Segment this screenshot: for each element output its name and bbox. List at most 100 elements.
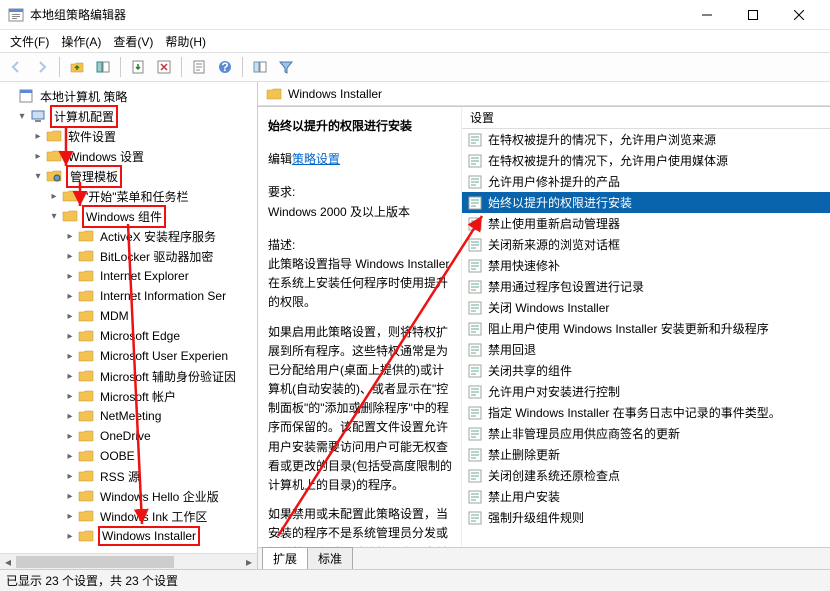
settings-row[interactable]: 在特权被提升的情况下，允许用户使用媒体源 — [462, 150, 830, 171]
tree-start-menu[interactable]: ▸ "开始"菜单和任务栏 — [0, 186, 257, 206]
tree-item[interactable]: ▸ Windows Installer — [0, 526, 257, 546]
tab-extended[interactable]: 扩展 — [262, 547, 308, 569]
tree-item[interactable]: ▸ Windows Ink 工作区 — [0, 506, 257, 526]
settings-row[interactable]: 始终以提升的权限进行安装 — [462, 192, 830, 213]
caret-right-icon[interactable]: ▸ — [64, 291, 76, 302]
tree-item-label: OneDrive — [98, 428, 153, 444]
minimize-button[interactable] — [684, 0, 730, 30]
tree-item-label: OOBE — [98, 448, 137, 464]
tree-item[interactable]: ▸ Microsoft 帐户 — [0, 386, 257, 406]
tree-item[interactable]: ▸ RSS 源 — [0, 466, 257, 486]
tree-item-label: Windows Hello 企业版 — [98, 487, 221, 506]
tree-item-label: NetMeeting — [98, 408, 163, 424]
settings-row[interactable]: 强制升级组件规则 — [462, 507, 830, 528]
caret-right-icon[interactable]: ▸ — [64, 411, 76, 422]
tree-software-settings[interactable]: ▸ 软件设置 — [0, 126, 257, 146]
settings-row[interactable]: 允许用户对安装进行控制 — [462, 381, 830, 402]
filter-options-button[interactable] — [248, 55, 272, 79]
properties-button[interactable] — [187, 55, 211, 79]
up-button[interactable] — [65, 55, 89, 79]
menu-view[interactable]: 查看(V) — [107, 31, 159, 52]
setting-icon — [468, 238, 482, 252]
tree-scroll[interactable]: 本地计算机 策略 ▾ 计算机配置 ▸ 软件设置 ▸ Windows 设置 ▾ 管… — [0, 82, 257, 553]
setting-icon — [468, 511, 482, 525]
tree-item[interactable]: ▸ Internet Explorer — [0, 266, 257, 286]
settings-row[interactable]: 阻止用户使用 Windows Installer 安装更新和升级程序 — [462, 318, 830, 339]
filter-button[interactable] — [274, 55, 298, 79]
maximize-button[interactable] — [730, 0, 776, 30]
tab-standard[interactable]: 标准 — [307, 547, 353, 569]
tree-item[interactable]: ▸ OneDrive — [0, 426, 257, 446]
settings-row[interactable]: 在特权被提升的情况下，允许用户浏览来源 — [462, 129, 830, 150]
caret-right-icon[interactable]: ▸ — [64, 371, 76, 382]
tree-item[interactable]: ▸ Microsoft Edge — [0, 326, 257, 346]
caret-right-icon[interactable]: ▸ — [64, 351, 76, 362]
settings-row[interactable]: 关闭共享的组件 — [462, 360, 830, 381]
caret-right-icon[interactable]: ▸ — [32, 131, 44, 142]
settings-row[interactable]: 关闭创建系统还原检查点 — [462, 465, 830, 486]
settings-row-label: 禁止删除更新 — [488, 446, 560, 463]
settings-row[interactable]: 禁用快速修补 — [462, 255, 830, 276]
refresh-button[interactable] — [152, 55, 176, 79]
settings-column-header[interactable]: 设置 — [462, 107, 830, 129]
settings-row[interactable]: 禁止删除更新 — [462, 444, 830, 465]
menu-help[interactable]: 帮助(H) — [159, 31, 212, 52]
caret-right-icon[interactable]: ▸ — [64, 271, 76, 282]
settings-row[interactable]: 禁用回退 — [462, 339, 830, 360]
caret-right-icon[interactable]: ▸ — [64, 231, 76, 242]
caret-right-icon[interactable]: ▸ — [64, 331, 76, 342]
tree-item[interactable]: ▸ ActiveX 安装程序服务 — [0, 226, 257, 246]
tree-windows-settings[interactable]: ▸ Windows 设置 — [0, 146, 257, 166]
right-pane: Windows Installer 始终以提升的权限进行安装 编辑策略设置 要求… — [258, 82, 830, 569]
settings-list[interactable]: 在特权被提升的情况下，允许用户浏览来源 在特权被提升的情况下，允许用户使用媒体源… — [462, 129, 830, 547]
close-button[interactable] — [776, 0, 822, 30]
settings-row[interactable]: 禁止使用重新启动管理器 — [462, 213, 830, 234]
edit-policy-link[interactable]: 策略设置 — [292, 152, 340, 166]
settings-row[interactable]: 关闭 Windows Installer — [462, 297, 830, 318]
caret-down-icon[interactable]: ▾ — [16, 111, 28, 122]
caret-right-icon[interactable]: ▸ — [64, 431, 76, 442]
caret-right-icon[interactable]: ▸ — [64, 511, 76, 522]
menu-action[interactable]: 操作(A) — [55, 31, 107, 52]
settings-row[interactable]: 禁止用户安装 — [462, 486, 830, 507]
caret-right-icon[interactable]: ▸ — [64, 251, 76, 262]
settings-row[interactable]: 关闭新来源的浏览对话框 — [462, 234, 830, 255]
tree-item[interactable]: ▸ NetMeeting — [0, 406, 257, 426]
caret-right-icon[interactable]: ▸ — [64, 471, 76, 482]
folder-icon — [78, 488, 94, 504]
tree-item-label: Internet Information Ser — [98, 288, 228, 304]
tree-root[interactable]: 本地计算机 策略 — [0, 86, 257, 106]
tree-item[interactable]: ▸ Internet Information Ser — [0, 286, 257, 306]
tree-item[interactable]: ▸ MDM — [0, 306, 257, 326]
caret-right-icon[interactable]: ▸ — [48, 191, 60, 202]
caret-right-icon[interactable]: ▸ — [32, 151, 44, 162]
caret-right-icon[interactable]: ▸ — [64, 391, 76, 402]
tree-item[interactable]: ▸ Microsoft 辅助身份验证因 — [0, 366, 257, 386]
horizontal-scrollbar[interactable]: ◂ ▸ — [0, 553, 257, 569]
caret-right-icon[interactable]: ▸ — [64, 311, 76, 322]
settings-row[interactable]: 禁止非管理员应用供应商签名的更新 — [462, 423, 830, 444]
menu-file[interactable]: 文件(F) — [4, 31, 55, 52]
help-button[interactable]: ? — [213, 55, 237, 79]
settings-row-label: 强制升级组件规则 — [488, 509, 584, 526]
settings-row[interactable]: 允许用户修补提升的产品 — [462, 171, 830, 192]
tree-windows-components[interactable]: ▾ Windows 组件 — [0, 206, 257, 226]
setting-icon — [468, 217, 482, 231]
export-button[interactable] — [126, 55, 150, 79]
tree-admin-templates[interactable]: ▾ 管理模板 — [0, 166, 257, 186]
caret-right-icon[interactable]: ▸ — [64, 491, 76, 502]
tree-item[interactable]: ▸ Windows Hello 企业版 — [0, 486, 257, 506]
tree-item[interactable]: ▸ BitLocker 驱动器加密 — [0, 246, 257, 266]
caret-right-icon[interactable]: ▸ — [64, 531, 76, 542]
settings-row[interactable]: 指定 Windows Installer 在事务日志中记录的事件类型。 — [462, 402, 830, 423]
settings-row[interactable]: 禁用通过程序包设置进行记录 — [462, 276, 830, 297]
caret-down-icon[interactable]: ▾ — [32, 171, 44, 182]
show-hide-tree-button[interactable] — [91, 55, 115, 79]
caret-down-icon[interactable]: ▾ — [48, 211, 60, 222]
tree-item[interactable]: ▸ OOBE — [0, 446, 257, 466]
tree-computer-config[interactable]: ▾ 计算机配置 — [0, 106, 257, 126]
caret-right-icon[interactable]: ▸ — [64, 451, 76, 462]
tree-item-label: RSS 源 — [98, 467, 142, 486]
tree-item[interactable]: ▸ Microsoft User Experien — [0, 346, 257, 366]
tree-item-label: Windows Installer — [98, 526, 200, 546]
